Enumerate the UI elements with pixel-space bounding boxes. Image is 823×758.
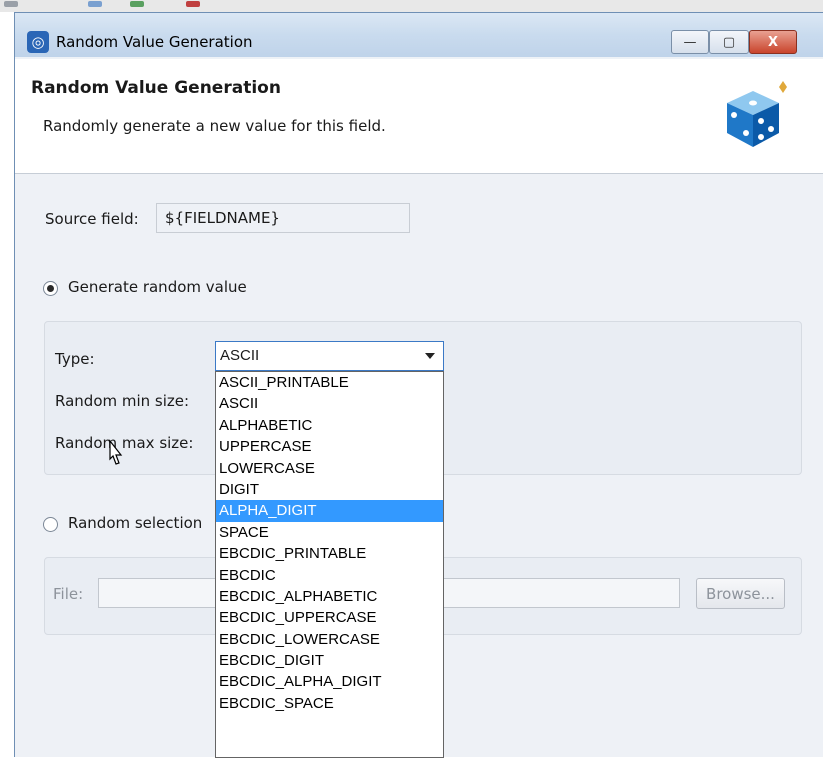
type-label: Type: bbox=[55, 350, 95, 368]
dialog-window: ◎ Random Value Generation — ▢ X Random V… bbox=[14, 12, 823, 758]
type-dropdown-list[interactable]: ASCII_PRINTABLE ASCII ALPHABETIC UPPERCASE L… bbox=[215, 371, 444, 758]
dropdown-option[interactable]: ASCII bbox=[216, 393, 443, 414]
generate-random-radio[interactable] bbox=[43, 281, 58, 296]
background-dot bbox=[186, 1, 200, 7]
dialog-header: Random Value Generation Randomly generat… bbox=[15, 59, 823, 174]
dropdown-option[interactable]: EBCDIC_DIGIT bbox=[216, 650, 443, 671]
generate-random-label[interactable]: Generate random value bbox=[68, 278, 247, 296]
dropdown-option[interactable]: EBCDIC_SPACE bbox=[216, 693, 443, 714]
browse-button[interactable]: Browse... bbox=[696, 578, 785, 609]
maximize-button[interactable]: ▢ bbox=[709, 30, 749, 54]
mouse-cursor-icon bbox=[109, 439, 123, 465]
source-field-input[interactable]: ${FIELDNAME} bbox=[156, 203, 410, 233]
background-dot bbox=[88, 1, 102, 7]
random-selection-label[interactable]: Random selection bbox=[68, 514, 202, 532]
dropdown-option[interactable]: LOWERCASE bbox=[216, 458, 443, 479]
source-field-label: Source field: bbox=[45, 210, 139, 228]
dropdown-option[interactable]: EBCDIC bbox=[216, 565, 443, 586]
header-description: Randomly generate a new value for this f… bbox=[43, 117, 386, 135]
dropdown-option[interactable]: EBCDIC_ALPHABETIC bbox=[216, 586, 443, 607]
dropdown-option[interactable]: SPACE bbox=[216, 522, 443, 543]
dropdown-option[interactable]: EBCDIC_PRINTABLE bbox=[216, 543, 443, 564]
dropdown-option[interactable]: ASCII_PRINTABLE bbox=[216, 372, 443, 393]
dialog-content: Source field: ${FIELDNAME} Generate rand… bbox=[15, 174, 823, 758]
close-button[interactable]: X bbox=[749, 30, 797, 54]
background-dot bbox=[4, 1, 18, 7]
minimize-button[interactable]: — bbox=[671, 30, 709, 54]
background-dot bbox=[130, 1, 144, 7]
chevron-down-icon[interactable] bbox=[425, 353, 435, 359]
type-combo[interactable]: ASCII bbox=[215, 341, 444, 371]
dropdown-option[interactable]: ALPHABETIC bbox=[216, 415, 443, 436]
random-selection-radio[interactable] bbox=[43, 517, 58, 532]
dice-icon bbox=[727, 81, 787, 147]
app-icon: ◎ bbox=[27, 31, 49, 53]
dropdown-option[interactable]: DIGIT bbox=[216, 479, 443, 500]
dropdown-option[interactable]: EBCDIC_UPPERCASE bbox=[216, 607, 443, 628]
window-title: Random Value Generation bbox=[56, 33, 253, 51]
type-combo-value: ASCII bbox=[220, 347, 260, 364]
dropdown-option[interactable]: EBCDIC_ALPHA_DIGIT bbox=[216, 671, 443, 692]
background-strip bbox=[0, 0, 823, 12]
file-label: File: bbox=[53, 585, 84, 603]
dropdown-option[interactable]: EBCDIC_LOWERCASE bbox=[216, 629, 443, 650]
header-title: Random Value Generation bbox=[31, 78, 281, 98]
dropdown-option[interactable]: ALPHA_DIGIT bbox=[216, 500, 443, 522]
random-min-size-label: Random min size: bbox=[55, 392, 190, 410]
dropdown-option[interactable]: UPPERCASE bbox=[216, 436, 443, 457]
title-bar[interactable]: ◎ Random Value Generation — ▢ X bbox=[15, 13, 823, 57]
